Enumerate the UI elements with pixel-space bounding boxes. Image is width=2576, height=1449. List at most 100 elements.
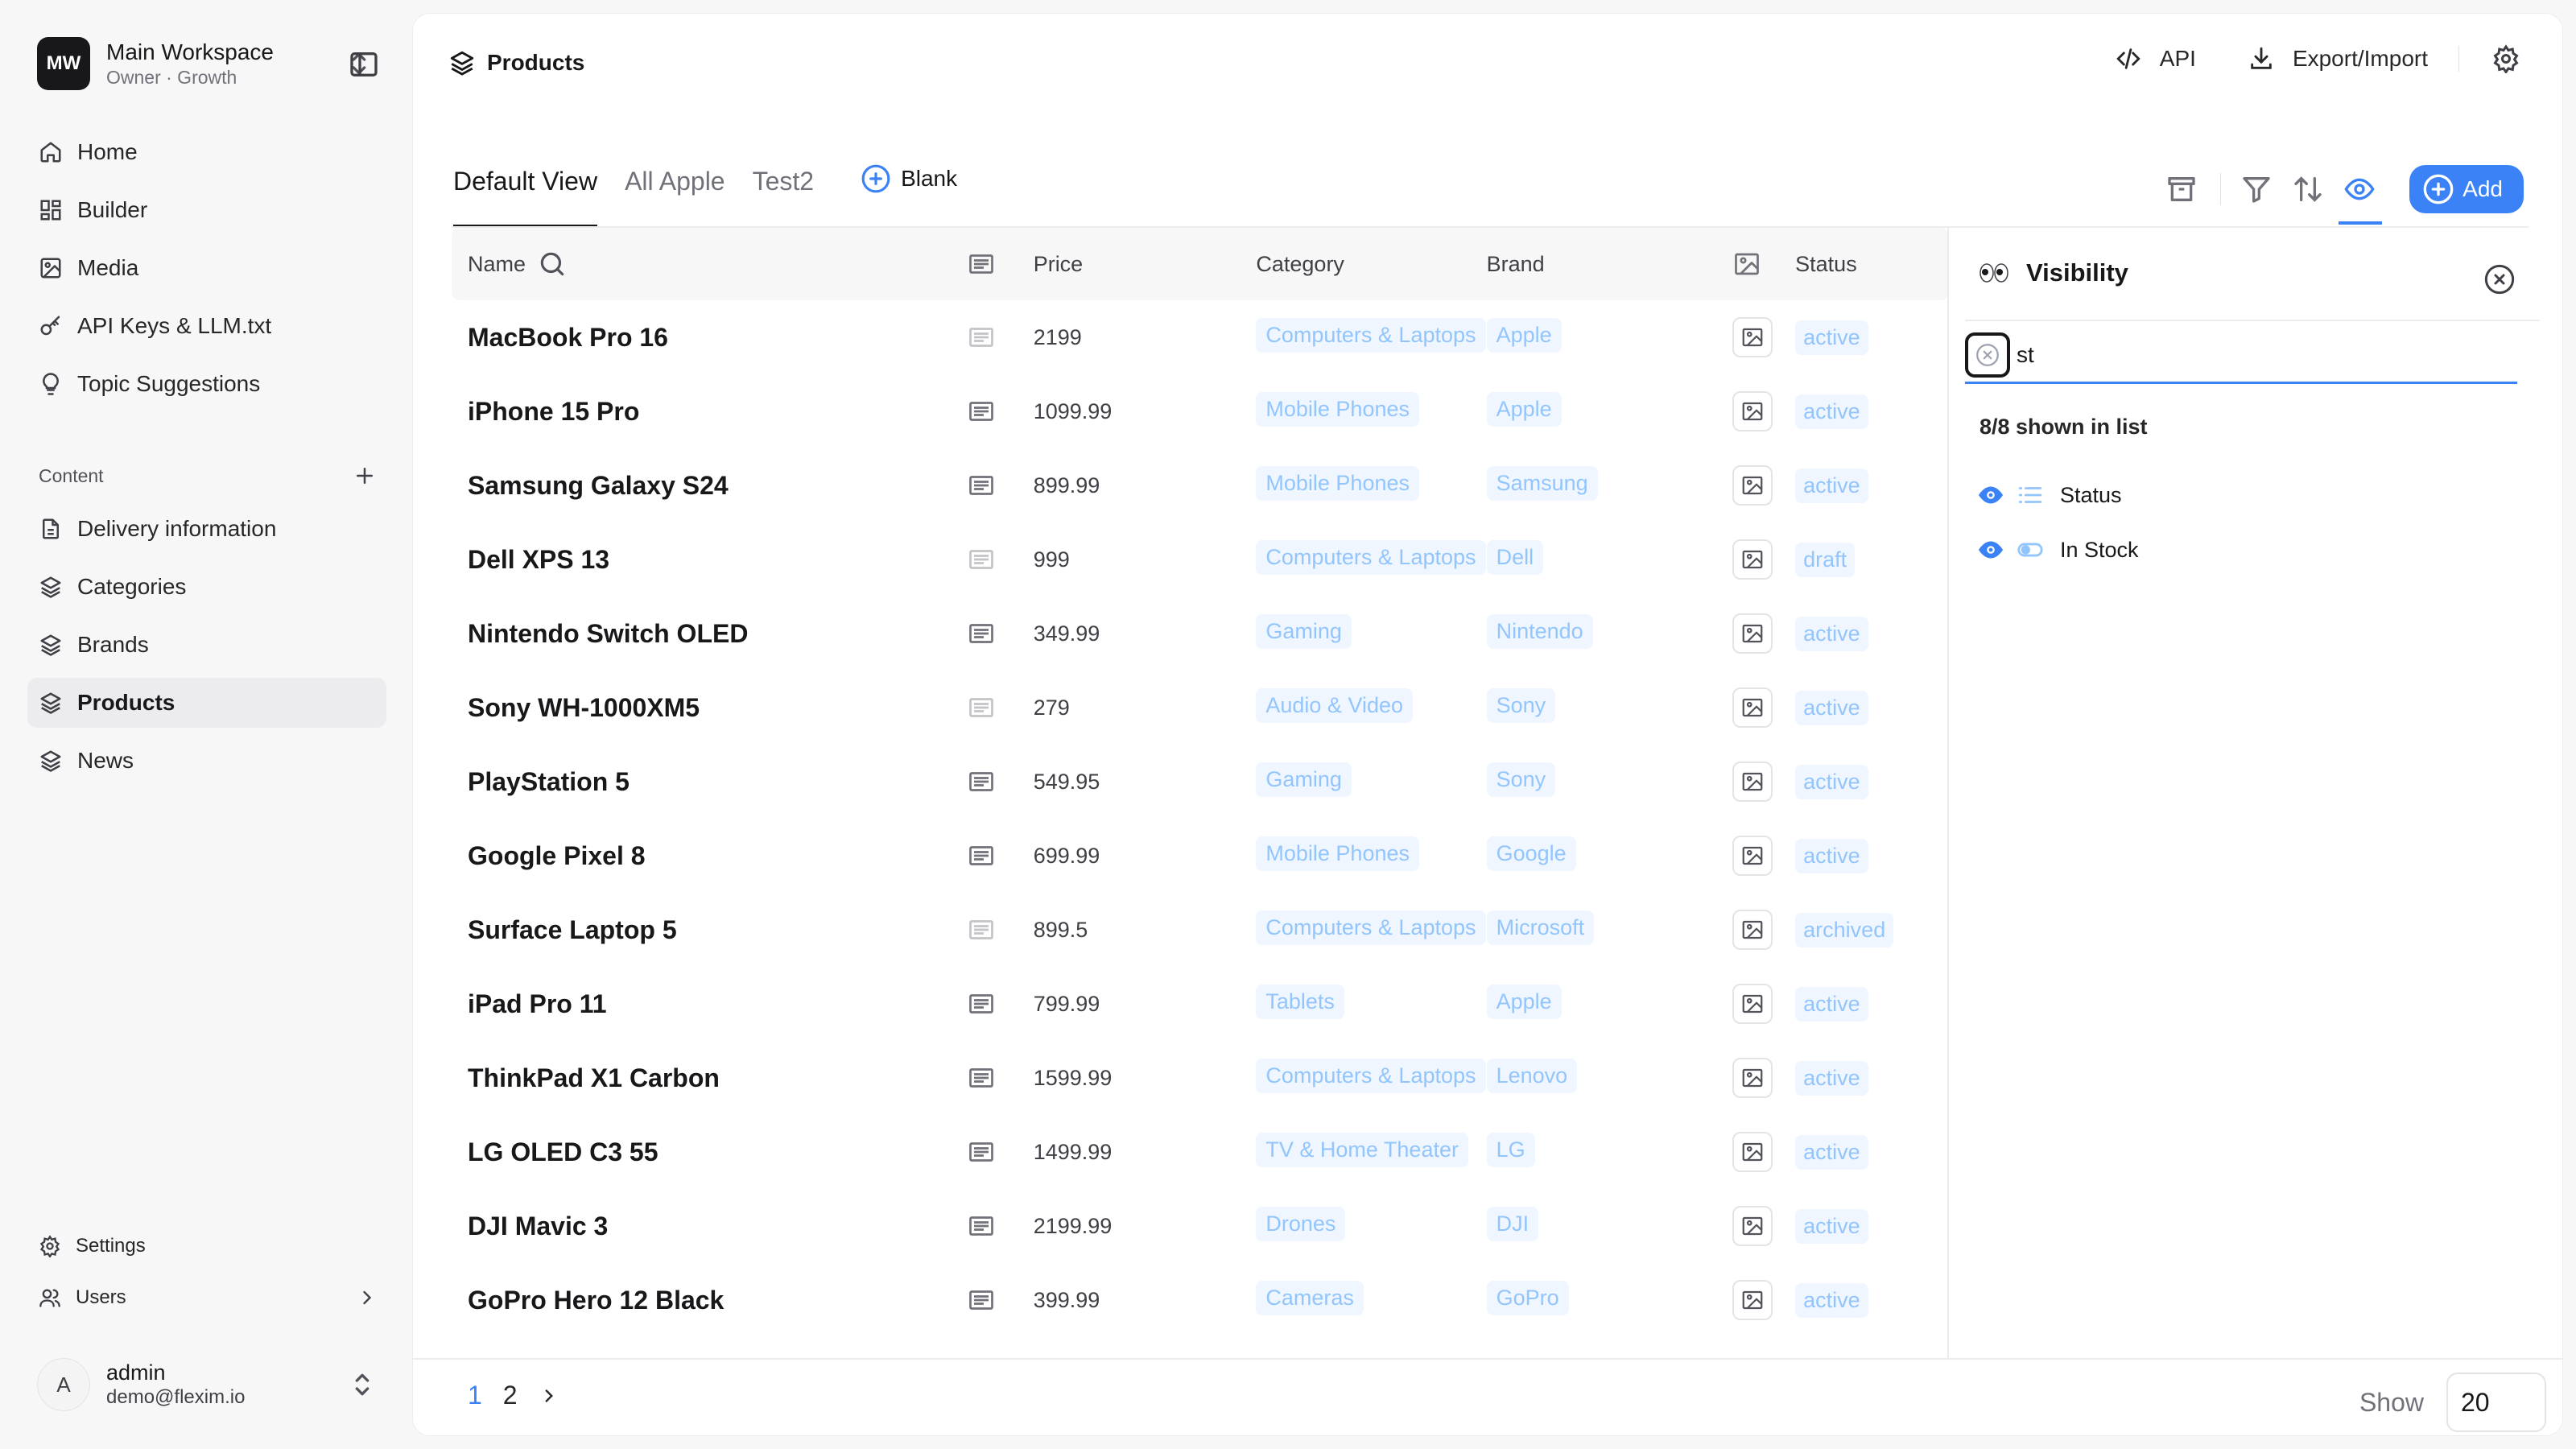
description-cell[interactable] bbox=[967, 1137, 1026, 1166]
category-chip[interactable]: Tablets bbox=[1256, 985, 1344, 1019]
image-icon[interactable] bbox=[1732, 687, 1773, 728]
product-name[interactable]: PlayStation 5 bbox=[452, 767, 967, 797]
description-cell[interactable] bbox=[967, 397, 1026, 426]
nav-item-topic-suggestions[interactable]: Topic Suggestions bbox=[27, 359, 386, 409]
tab-default-view[interactable]: Default View bbox=[453, 159, 598, 228]
sidebar-item-brands[interactable]: Brands bbox=[27, 620, 386, 670]
nav-item-home[interactable]: Home bbox=[27, 127, 386, 177]
table-row[interactable]: DJI Mavic 3 2199.99 Drones DJI active bbox=[452, 1189, 1949, 1263]
description-cell[interactable] bbox=[967, 767, 1026, 796]
chevron-right-icon[interactable] bbox=[539, 1385, 559, 1406]
category-chip[interactable]: Computers & Laptops bbox=[1256, 540, 1486, 575]
product-name[interactable]: GoPro Hero 12 Black bbox=[452, 1286, 967, 1315]
field-search-input[interactable] bbox=[2017, 341, 2467, 368]
product-name[interactable]: DJI Mavic 3 bbox=[452, 1212, 967, 1241]
nav-item-users[interactable]: Users bbox=[27, 1275, 386, 1320]
category-chip[interactable]: Computers & Laptops bbox=[1256, 910, 1486, 945]
column-header-price[interactable]: Price bbox=[1026, 252, 1257, 277]
category-chip[interactable]: Drones bbox=[1256, 1207, 1346, 1241]
image-icon[interactable] bbox=[1732, 391, 1773, 431]
plus-icon[interactable] bbox=[353, 464, 377, 488]
table-row[interactable]: Dell XPS 13 999 Computers & Laptops Dell dra… bbox=[452, 522, 1949, 597]
image-icon[interactable] bbox=[1732, 613, 1773, 654]
brand-chip[interactable]: Apple bbox=[1486, 985, 1562, 1019]
nav-item-builder[interactable]: Builder bbox=[27, 185, 386, 235]
product-name[interactable]: MacBook Pro 16 bbox=[452, 323, 967, 353]
workspace-switcher[interactable]: MW Main Workspace Owner · Growth bbox=[37, 37, 375, 90]
category-chip[interactable]: Mobile Phones bbox=[1256, 392, 1419, 427]
product-name[interactable]: Sony WH-1000XM5 bbox=[452, 693, 967, 723]
brand-chip[interactable]: Samsung bbox=[1486, 466, 1598, 501]
sort-icon[interactable] bbox=[2292, 173, 2324, 205]
product-name[interactable]: Surface Laptop 5 bbox=[452, 915, 967, 945]
brand-chip[interactable]: Apple bbox=[1486, 318, 1562, 353]
close-icon[interactable] bbox=[2483, 263, 2516, 295]
description-cell[interactable] bbox=[967, 989, 1026, 1018]
description-cell[interactable] bbox=[967, 915, 1026, 944]
tab-all-apple[interactable]: All Apple bbox=[625, 159, 725, 228]
description-cell[interactable] bbox=[967, 619, 1026, 648]
image-icon[interactable] bbox=[1732, 984, 1773, 1024]
category-chip[interactable]: Gaming bbox=[1256, 762, 1352, 797]
product-name[interactable]: Dell XPS 13 bbox=[452, 545, 967, 575]
image-icon[interactable] bbox=[1732, 465, 1773, 506]
table-row[interactable]: PlayStation 5 549.95 Gaming Sony active bbox=[452, 745, 1949, 819]
visibility-item-in-stock[interactable]: In Stock bbox=[1976, 522, 2139, 577]
add-view-button[interactable]: Blank bbox=[861, 159, 957, 194]
table-row[interactable]: LG OLED C3 55 1499.99 TV & Home Theater LG a… bbox=[452, 1115, 1949, 1189]
image-icon[interactable] bbox=[1732, 762, 1773, 802]
search-icon[interactable] bbox=[537, 249, 568, 279]
brand-chip[interactable]: Apple bbox=[1486, 392, 1562, 427]
product-name[interactable]: iPad Pro 11 bbox=[452, 989, 967, 1019]
sidebar-item-categories[interactable]: Categories bbox=[27, 562, 386, 612]
sidebar-item-products[interactable]: Products bbox=[27, 678, 386, 728]
product-name[interactable]: iPhone 15 Pro bbox=[452, 397, 967, 427]
image-icon[interactable] bbox=[1732, 1058, 1773, 1098]
eye-icon[interactable] bbox=[1976, 481, 2005, 510]
description-cell[interactable] bbox=[967, 323, 1026, 352]
category-chip[interactable]: TV & Home Theater bbox=[1256, 1133, 1468, 1167]
export-import-button[interactable]: Export/Import bbox=[2248, 45, 2428, 72]
product-name[interactable]: Google Pixel 8 bbox=[452, 841, 967, 871]
product-name[interactable]: ThinkPad X1 Carbon bbox=[452, 1063, 967, 1093]
sidebar-item-news[interactable]: News bbox=[27, 736, 386, 786]
image-icon[interactable] bbox=[1732, 317, 1773, 357]
image-icon[interactable] bbox=[1732, 1132, 1773, 1172]
visibility-toggle[interactable] bbox=[2324, 157, 2383, 225]
category-chip[interactable]: Mobile Phones bbox=[1256, 836, 1419, 871]
category-chip[interactable]: Mobile Phones bbox=[1256, 466, 1419, 501]
brand-chip[interactable]: DJI bbox=[1486, 1207, 1539, 1241]
nav-item-settings[interactable]: Settings bbox=[27, 1224, 386, 1269]
page-size-input[interactable] bbox=[2446, 1373, 2546, 1432]
table-row[interactable]: Nintendo Switch OLED 349.99 Gaming Nintendo… bbox=[452, 597, 1949, 671]
description-cell[interactable] bbox=[967, 1063, 1026, 1092]
category-chip[interactable]: Computers & Laptops bbox=[1256, 318, 1486, 353]
table-row[interactable]: iPad Pro 11 799.99 Tablets Apple active bbox=[452, 967, 1949, 1041]
table-row[interactable]: Surface Laptop 5 899.5 Computers & Laptops… bbox=[452, 893, 1949, 967]
image-icon[interactable] bbox=[1732, 1206, 1773, 1246]
table-row[interactable]: Samsung Galaxy S24 899.99 Mobile Phones Sam… bbox=[452, 448, 1949, 522]
gear-icon[interactable] bbox=[2491, 44, 2520, 73]
image-icon[interactable] bbox=[1732, 910, 1773, 950]
table-row[interactable]: MacBook Pro 16 2199 Computers & Laptops App… bbox=[452, 300, 1949, 374]
nav-item-media[interactable]: Media bbox=[27, 243, 386, 293]
column-header-name[interactable]: Name bbox=[452, 249, 967, 279]
description-cell[interactable] bbox=[967, 693, 1026, 722]
page-button-2[interactable]: 2 bbox=[503, 1381, 518, 1410]
sidebar-item-delivery-information[interactable]: Delivery information bbox=[27, 504, 386, 554]
brand-chip[interactable]: LG bbox=[1486, 1133, 1535, 1167]
brand-chip[interactable]: Lenovo bbox=[1486, 1059, 1578, 1093]
brand-chip[interactable]: Nintendo bbox=[1486, 614, 1593, 649]
brand-chip[interactable]: Google bbox=[1486, 836, 1576, 871]
user-menu[interactable]: A admin demo@flexim.io bbox=[37, 1352, 378, 1417]
table-row[interactable]: GoPro Hero 12 Black 399.99 Cameras GoPro act… bbox=[452, 1263, 1949, 1337]
column-header-brand[interactable]: Brand bbox=[1487, 252, 1732, 277]
brand-chip[interactable]: Sony bbox=[1486, 762, 1556, 797]
category-chip[interactable]: Audio & Video bbox=[1256, 688, 1414, 723]
brand-chip[interactable]: Dell bbox=[1486, 540, 1544, 575]
product-name[interactable]: LG OLED C3 55 bbox=[452, 1137, 967, 1167]
page-button-1[interactable]: 1 bbox=[468, 1381, 482, 1410]
description-cell[interactable] bbox=[967, 545, 1026, 574]
add-button[interactable]: Add bbox=[2409, 165, 2524, 213]
table-row[interactable]: iPhone 15 Pro 1099.99 Mobile Phones Apple ac… bbox=[452, 374, 1949, 448]
